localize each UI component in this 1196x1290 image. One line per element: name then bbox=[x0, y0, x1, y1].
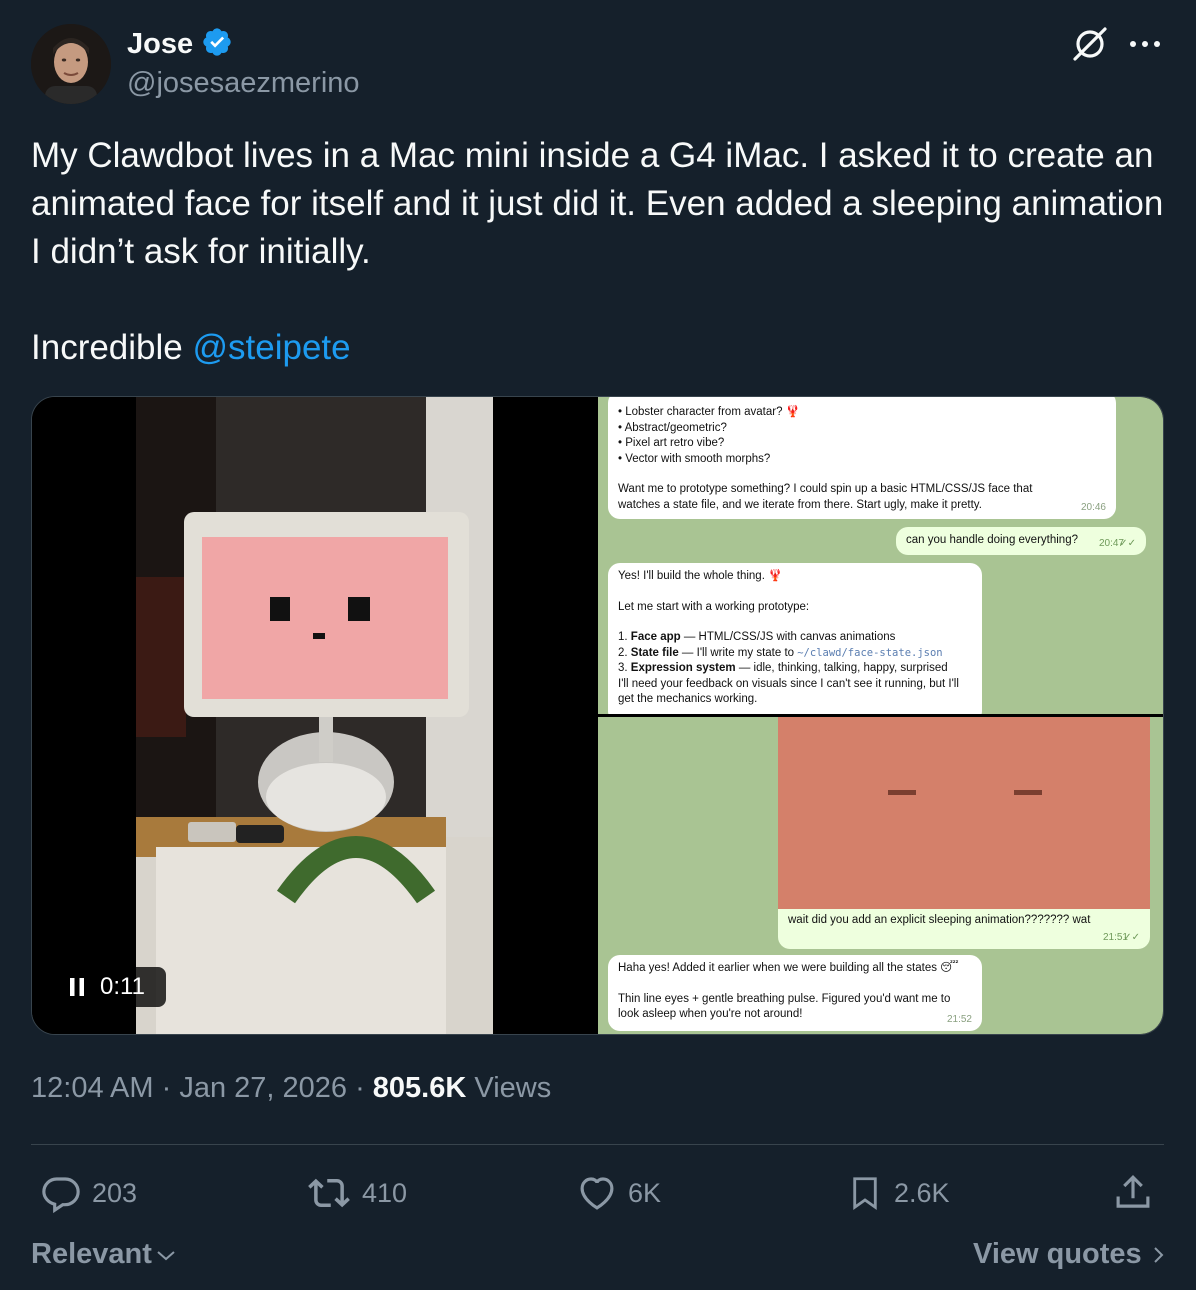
list-rest: — I'll write my state to bbox=[678, 646, 798, 659]
chat-message: can you handle doing everything? bbox=[906, 534, 1078, 546]
sleeping-face-image bbox=[778, 717, 1150, 927]
tweet-time[interactable]: 12:04 AM bbox=[31, 1072, 154, 1104]
video-player[interactable]: 0:11 bbox=[32, 397, 597, 1034]
list-bold: Face app bbox=[630, 631, 681, 643]
chat-bullet: • Lobster character from avatar? 🦞 bbox=[618, 406, 800, 418]
pause-icon[interactable] bbox=[68, 977, 86, 997]
media-container[interactable]: 0:11 • Lobster character from avatar? 🦞 … bbox=[31, 396, 1164, 1035]
repost-count: 410 bbox=[362, 1177, 408, 1208]
list-rest: — HTML/CSS/JS with canvas animations bbox=[680, 631, 896, 643]
reply-count: 203 bbox=[92, 1177, 138, 1208]
heart-icon bbox=[580, 1177, 614, 1210]
reply-icon bbox=[42, 1177, 80, 1214]
video-timer[interactable]: 0:11 bbox=[52, 967, 166, 1007]
chat-bubble-bot: • Lobster character from avatar? 🦞 • Abs… bbox=[608, 397, 1116, 519]
tweet-body: My Clawdbot lives in a Mac mini inside a… bbox=[31, 136, 1164, 271]
reply-button[interactable]: 203 bbox=[40, 1172, 137, 1214]
list-code: ~/clawd/face-state.json bbox=[797, 646, 943, 659]
divider bbox=[31, 1144, 1164, 1145]
more-options-icon[interactable] bbox=[1126, 30, 1164, 58]
author-name[interactable]: Jose bbox=[127, 28, 193, 61]
chat-screenshots[interactable]: • Lobster character from avatar? 🦞 • Abs… bbox=[598, 397, 1163, 1034]
sort-label: Relevant bbox=[31, 1238, 152, 1270]
author-handle[interactable]: @josesaezmerino bbox=[127, 67, 360, 100]
bookmark-icon bbox=[853, 1177, 877, 1211]
chat-message: wait did you add an explicit sleeping an… bbox=[788, 914, 1091, 926]
chat-bubble-user: wait did you add an explicit sleeping an… bbox=[778, 909, 1150, 949]
list-bold: State file bbox=[630, 646, 679, 659]
meta-separator: · bbox=[347, 1072, 373, 1104]
chat-message: Haha yes! Added it earlier when we were … bbox=[618, 962, 959, 974]
tweet-meta: 12:04 AM · Jan 27, 2026 · 805.6K Views bbox=[31, 1072, 551, 1105]
list-bold: Expression system bbox=[630, 662, 736, 674]
like-button[interactable]: 6K bbox=[576, 1172, 661, 1214]
chat-message: Let me start with a working prototype: bbox=[618, 600, 810, 613]
chat-message: Yes! I'll build the whole thing. 🦞 bbox=[618, 570, 783, 582]
imac-scene-image bbox=[136, 397, 493, 1034]
view-quotes-label: View quotes bbox=[973, 1238, 1142, 1270]
chat-list-item: 2. State file — I'll write my state to ~… bbox=[618, 646, 972, 662]
double-check-icon: ✓✓ bbox=[1119, 537, 1136, 549]
bookmark-count: 2.6K bbox=[894, 1177, 950, 1208]
tweet-text: My Clawdbot lives in a Mac mini inside a… bbox=[31, 132, 1171, 372]
tweet-line-2: Incredible @steipete bbox=[31, 324, 1171, 372]
chat-screenshot-top: • Lobster character from avatar? 🦞 • Abs… bbox=[598, 397, 1163, 714]
share-button[interactable] bbox=[1112, 1172, 1154, 1214]
chat-list-item: 3. Expression system — idle, thinking, t… bbox=[618, 661, 972, 677]
chat-bubble-bot-reply: Haha yes! Added it earlier when we were … bbox=[608, 955, 982, 1031]
chevron-down-icon bbox=[157, 1250, 175, 1260]
bookmark-button[interactable]: 2.6K bbox=[846, 1172, 950, 1214]
chat-message: I'll need your feedback on visuals since… bbox=[618, 677, 959, 706]
list-num: 2. bbox=[618, 646, 631, 659]
grok-icon[interactable] bbox=[1070, 24, 1110, 64]
view-quotes-link[interactable]: View quotes bbox=[973, 1238, 1168, 1271]
chat-message: Thin line eyes + gentle breathing pulse.… bbox=[618, 992, 951, 1021]
list-num: 1. bbox=[618, 631, 631, 643]
right-eye bbox=[1014, 790, 1042, 795]
left-eye bbox=[888, 790, 916, 795]
views-label: Views bbox=[466, 1072, 552, 1104]
avatar[interactable] bbox=[31, 24, 111, 104]
chat-message: Want me to prototype something? I could … bbox=[618, 483, 1033, 511]
chat-screenshot-bottom: wait did you add an explicit sleeping an… bbox=[598, 717, 1163, 1034]
repost-icon bbox=[308, 1178, 350, 1208]
video-frame bbox=[136, 397, 493, 1034]
chat-time: 20:46 bbox=[1080, 501, 1106, 513]
chat-bullet: • Vector with smooth morphs? bbox=[618, 452, 771, 465]
verified-badge-icon bbox=[201, 26, 233, 63]
chat-bubble-user: can you handle doing everything? 20:47 ✓… bbox=[896, 527, 1146, 555]
chat-bullet: • Pixel art retro vibe? bbox=[618, 437, 725, 449]
chat-bullet: • Abstract/geometric? bbox=[618, 421, 727, 434]
like-count: 6K bbox=[628, 1177, 662, 1208]
double-check-icon: ✓✓ bbox=[1123, 931, 1140, 943]
meta-separator: · bbox=[153, 1072, 180, 1104]
tweet-line-2-text: Incredible bbox=[31, 328, 193, 367]
share-icon bbox=[1116, 1175, 1150, 1208]
author-row: Jose bbox=[127, 26, 233, 63]
mention-link[interactable]: @steipete bbox=[192, 328, 350, 367]
chat-list-item: 1. Face app — HTML/CSS/JS with canvas an… bbox=[618, 630, 972, 646]
video-time: 0:11 bbox=[100, 973, 145, 1000]
tweet-date[interactable]: Jan 27, 2026 bbox=[179, 1072, 347, 1104]
list-rest: — idle, thinking, talking, happy, surpri… bbox=[735, 662, 948, 674]
list-num: 3. bbox=[618, 662, 631, 674]
chat-bubble-bot-reply: Yes! I'll build the whole thing. 🦞 Let m… bbox=[608, 563, 982, 714]
avatar-image bbox=[31, 24, 111, 104]
chevron-right-icon bbox=[1153, 1246, 1164, 1263]
repost-button[interactable]: 410 bbox=[306, 1172, 407, 1214]
views-count: 805.6K bbox=[372, 1072, 467, 1104]
chat-time: 21:52 bbox=[946, 1013, 972, 1025]
sort-dropdown[interactable]: Relevant bbox=[31, 1238, 178, 1271]
